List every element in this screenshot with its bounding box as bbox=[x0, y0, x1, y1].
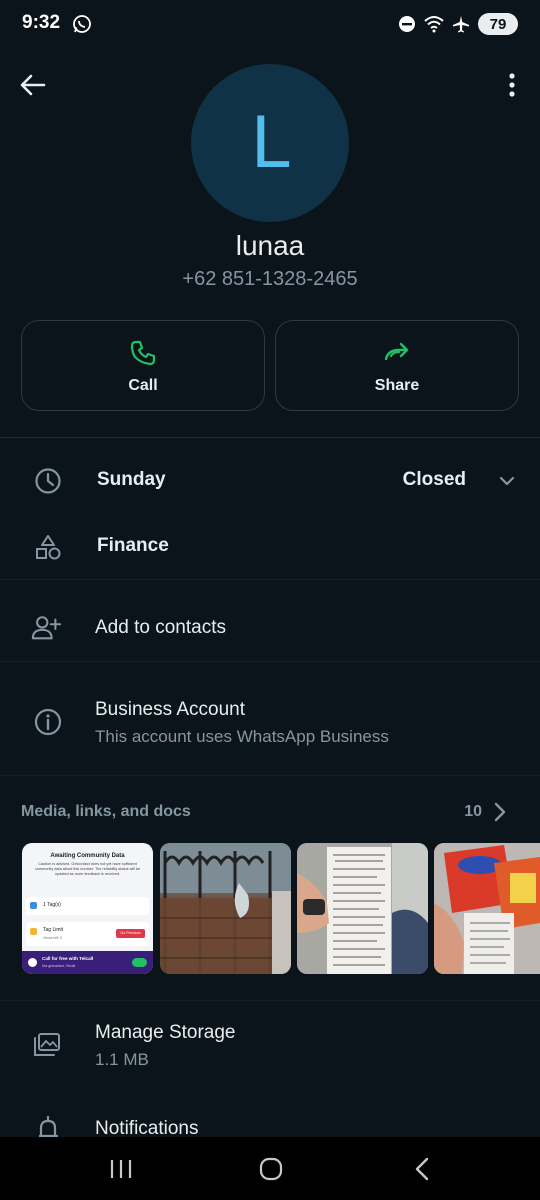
thumb-tag-row: 1 Tag(s) bbox=[26, 897, 149, 915]
business-account-title[interactable]: Business Account bbox=[95, 699, 245, 721]
snacks-photo-image bbox=[434, 843, 540, 974]
gate-photo-image bbox=[160, 843, 291, 974]
manage-storage-title[interactable]: Manage Storage bbox=[95, 1022, 236, 1044]
avatar-initial: L bbox=[250, 102, 290, 184]
row-divider bbox=[0, 579, 540, 580]
media-thumbnail-screenshot[interactable]: Awaiting Community Data Caution is advis… bbox=[22, 843, 153, 974]
section-divider bbox=[0, 437, 540, 438]
do-not-disturb-icon bbox=[399, 16, 415, 32]
manage-storage-size: 1.1 MB bbox=[95, 1050, 149, 1069]
thumb-footer-sub: Not getcontact, Telcall bbox=[42, 964, 76, 968]
row-divider bbox=[0, 775, 540, 776]
media-thumbnail-snacks-photo[interactable] bbox=[434, 843, 540, 974]
thumb-footer-title: Call for free with Telcall bbox=[42, 956, 94, 961]
thumb-limit-sub: Views left: 0 bbox=[43, 936, 63, 940]
thumb-tag-label: 1 Tag(s) bbox=[43, 902, 61, 908]
call-label: Call bbox=[128, 377, 158, 394]
row-divider bbox=[0, 1000, 540, 1001]
contact-phone: +62 851-1328-2465 bbox=[182, 268, 358, 290]
business-account-subtitle: This account uses WhatsApp Business bbox=[95, 727, 389, 746]
media-count[interactable]: 10 bbox=[464, 803, 482, 821]
profile-avatar[interactable]: L bbox=[191, 64, 349, 222]
status-bar: 9:32 79 bbox=[0, 0, 540, 50]
share-forward-icon bbox=[384, 342, 409, 361]
phone-icon bbox=[130, 340, 156, 366]
media-thumbnail-receipt-photo[interactable] bbox=[297, 843, 428, 974]
share-button[interactable]: Share bbox=[275, 320, 519, 411]
media-thumbnail-gate-photo[interactable] bbox=[160, 843, 291, 974]
storage-folder-icon bbox=[34, 1033, 60, 1056]
call-icon bbox=[132, 958, 147, 967]
whatsapp-notification-icon bbox=[73, 15, 91, 33]
phone-icon bbox=[28, 958, 37, 967]
battery-indicator: 79 bbox=[478, 13, 518, 35]
add-to-contacts-button[interactable]: Add to contacts bbox=[95, 617, 226, 639]
chevron-down-icon[interactable] bbox=[498, 472, 516, 490]
clock-icon bbox=[35, 468, 61, 494]
business-hours-status[interactable]: Closed bbox=[403, 469, 466, 491]
recent-apps-icon[interactable] bbox=[108, 1158, 134, 1180]
thumb-limit-label: Tag Limit bbox=[43, 927, 64, 933]
contact-name: lunaa bbox=[235, 230, 305, 261]
system-navigation-bar bbox=[0, 1137, 540, 1200]
business-hours-day[interactable]: Sunday bbox=[97, 469, 166, 491]
hashtag-icon bbox=[30, 902, 37, 909]
more-options-icon[interactable] bbox=[502, 70, 522, 100]
limit-icon bbox=[30, 928, 37, 935]
add-person-icon bbox=[31, 616, 61, 640]
back-arrow-icon[interactable] bbox=[18, 70, 48, 100]
thumb-limit-button: Go Premium bbox=[116, 929, 145, 938]
business-category: Finance bbox=[97, 535, 169, 556]
thumb-body: Caution is advised. Getcontact does not … bbox=[34, 862, 141, 876]
wifi-icon bbox=[424, 16, 444, 33]
call-button[interactable]: Call bbox=[21, 320, 265, 411]
thumb-limit-row: Tag Limit Views left: 0 Go Premium bbox=[26, 922, 149, 946]
row-divider bbox=[0, 661, 540, 662]
chevron-right-icon[interactable] bbox=[490, 800, 510, 824]
receipt-photo-image bbox=[297, 843, 428, 974]
media-section-title[interactable]: Media, links, and docs bbox=[21, 803, 191, 821]
status-time: 9:32 bbox=[22, 12, 61, 33]
back-nav-icon[interactable] bbox=[411, 1157, 435, 1181]
home-icon[interactable] bbox=[258, 1156, 284, 1182]
thumb-footer-banner: Call for free with Telcall Not getcontac… bbox=[22, 951, 153, 974]
category-shapes-icon bbox=[36, 535, 61, 560]
status-icons: 79 bbox=[398, 13, 518, 35]
battery-level: 79 bbox=[489, 15, 507, 33]
info-icon bbox=[34, 708, 62, 736]
share-label: Share bbox=[374, 377, 420, 394]
thumb-heading: Awaiting Community Data bbox=[50, 853, 125, 859]
airplane-mode-icon bbox=[453, 16, 469, 33]
